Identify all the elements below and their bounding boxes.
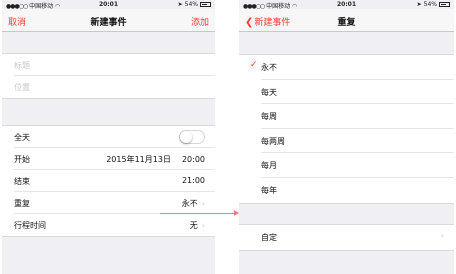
repeat-option[interactable]: 每两周 [261,129,454,154]
repeat-option-label: 永不 [261,63,277,72]
custom-repeat-row[interactable]: 自定 › [261,225,454,250]
chevron-right-icon: › [201,221,205,230]
repeat-option-label: 每月 [261,161,277,171]
start-date: 2015年11月13日 [106,155,171,164]
repeat-option-label: 每周 [261,112,277,122]
repeat-option-label: 每年 [261,185,277,195]
status-bar: ●●●○○ 中国移动 ◠ 20:01 ➤ 54% [239,0,454,10]
repeat-option-label: 每两周 [261,136,285,146]
title-location-group: 标题 位置 [2,53,215,99]
repeat-option[interactable]: 每天 [261,80,454,105]
start-label: 开始 [14,155,30,164]
allday-toggle[interactable] [179,130,205,144]
repeat-option[interactable]: 每周 [261,104,454,129]
repeat-row[interactable]: 重复 永不 › [14,192,215,214]
battery-percent: 54% [423,1,437,8]
repeat-option-label: 每天 [261,87,277,97]
title-field[interactable]: 标题 [14,54,215,76]
chevron-right-icon: › [440,231,444,240]
allday-label: 全天 [14,133,30,142]
repeat-option[interactable]: 每年 [261,178,454,203]
toggle-knob [180,131,192,143]
nav-title: 重复 [337,18,356,28]
start-time: 20:00 [181,155,205,164]
location-icon: ➤ [416,1,422,8]
chevron-right-icon: › [201,199,205,208]
travel-time-label: 行程时间 [14,221,46,230]
end-label: 结束 [14,177,30,186]
custom-label: 自定 [261,233,277,242]
repeat-options-group: ✓ 永不 每天 每周 每两周 每月 每年 [239,54,454,204]
battery-icon [439,2,450,7]
add-button[interactable]: 添加 [191,15,209,28]
repeat-screen: ●●●○○ 中国移动 ◠ 20:01 ➤ 54% ❮新建事件 重复 ✓ 永不 每天… [239,0,454,274]
navigation-bar: 取消 新建事件 添加 [2,9,215,32]
repeat-value: 永不 [181,199,198,208]
battery-icon [200,2,211,7]
allday-row: 全天 [14,126,215,148]
end-row[interactable]: 结束 21:00 [14,170,215,192]
annotation-arrow-line [160,213,238,214]
location-placeholder: 位置 [14,83,30,92]
navigation-bar: ❮新建事件 重复 [239,9,454,32]
repeat-option[interactable]: ✓ 永不 [250,55,454,80]
title-placeholder: 标题 [14,61,30,70]
custom-group: 自定 › [239,224,454,251]
nav-title: 新建事件 [90,18,127,28]
checkmark-icon: ✓ [250,60,258,70]
location-field[interactable]: 位置 [14,76,215,98]
new-event-screen: ●●●○○ 中国移动 ◠ 20:01 ➤ 54% 取消 新建事件 添加 标题 位置… [2,0,215,274]
end-time: 21:00 [181,176,205,185]
location-icon: ➤ [177,1,183,8]
status-bar: ●●●○○ 中国移动 ◠ 20:01 ➤ 54% [2,0,215,10]
repeat-label: 重复 [14,199,30,208]
time-settings-group: 全天 开始 2015年11月13日 20:00 结束 21:00 重复 永不 › 行… [2,125,215,237]
travel-time-row[interactable]: 行程时间 无 › [14,214,215,236]
battery-percent: 54% [184,1,198,8]
travel-time-value: 无 [189,221,198,230]
start-row[interactable]: 开始 2015年11月13日 20:00 [14,148,215,170]
repeat-option[interactable]: 每月 [261,153,454,178]
